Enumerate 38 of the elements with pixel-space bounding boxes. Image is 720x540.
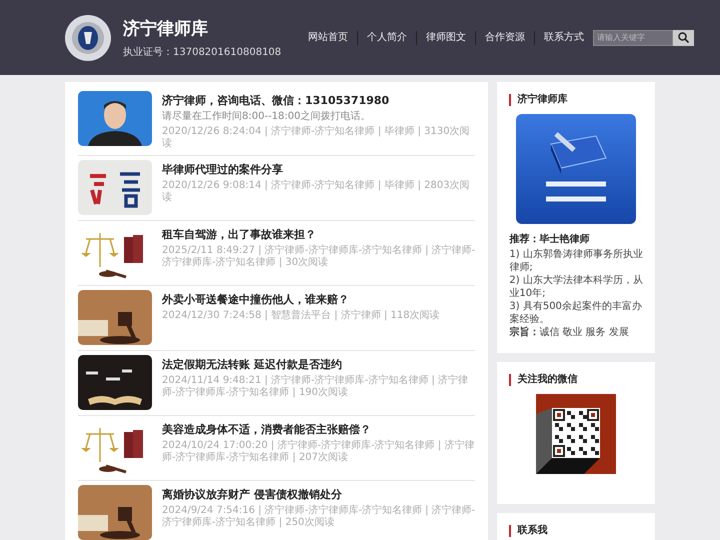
article-meta: 2024/9/24 7:54:16 | 济宁律师-济宁律师库-济宁知名律师 | 济宁律师-济宁律师库-济宁知名律师 | 250次阅读: [162, 505, 476, 529]
nav-link[interactable]: 律师图文: [416, 30, 476, 44]
article-title[interactable]: 毕律师代理过的案件分享: [162, 162, 476, 177]
article-title[interactable]: 济宁律师，咨询电话、微信：13105371980: [162, 93, 476, 108]
lawyer-badge-logo: [65, 14, 111, 60]
nav-link[interactable]: 个人简介: [357, 30, 416, 44]
article-thumbnail[interactable]: [78, 290, 152, 345]
site-title: 济宁律师库: [123, 18, 209, 40]
article-title[interactable]: 租车自驾游，出了事故谁来担？: [162, 227, 476, 242]
nav-link[interactable]: 合作资源: [475, 30, 534, 44]
search-icon: [678, 32, 690, 43]
article-description: 请尽量在工作时间8:00--18:00之间拨打电话。: [162, 111, 372, 123]
article-meta: 2020/12/26 9:08:14 | 济宁律师-济宁知名律师 | 毕律师 | 2803次阅读: [162, 180, 471, 204]
article-title[interactable]: 离婚协议放弃财产 侵害债权撤销处分: [162, 487, 476, 502]
article-meta: 2024/10/24 17:00:20 | 济宁律师-济宁律师库-济宁知名律师 | 济宁律师-济宁律师库-济宁知名律师 | 207次阅读: [162, 440, 476, 464]
motto-text: 宗旨：诚信 敬业 服务 发展: [509, 326, 630, 339]
card-heading: 关注我的微信: [509, 374, 643, 386]
profile-line: 3) 具有500余起案件的丰富办案经验。: [509, 300, 643, 326]
nav-link[interactable]: 网站首页: [299, 30, 358, 44]
recommended-lawyer: 推荐：毕士艳律师: [509, 232, 590, 246]
article-title[interactable]: 法定假期无法转账 延迟付款是否违约: [162, 357, 476, 372]
card-heading: 联系我: [509, 525, 643, 537]
search-button[interactable]: [673, 30, 694, 46]
article-title[interactable]: 美容造成身体不适，消费者能否主张赔偿？: [162, 422, 476, 437]
article-title[interactable]: 外卖小哥送餐途中撞伤他人，谁来赔？: [162, 292, 440, 307]
search-field[interactable]: 请输入关键字: [593, 30, 674, 46]
article-meta: 2020/12/26 8:24:04 | 济宁律师-济宁知名律师 | 毕律师 | 3130次阅读: [162, 126, 471, 150]
license-number: 执业证号：13708201610808108: [123, 46, 282, 58]
card-heading: 济宁律师库: [509, 94, 643, 106]
article-thumbnail[interactable]: [78, 355, 152, 410]
article-meta: 2024/11/14 9:48:21 | 济宁律师-济宁律师库-济宁知名律师 | 济宁律师-济宁律师库-济宁知名律师 | 190次阅读: [162, 375, 470, 399]
profile-line: 2) 山东大学法律本科学历，从业10年;: [509, 274, 643, 300]
article-thumbnail[interactable]: [78, 485, 152, 540]
article-meta: 2025/2/11 8:49:27 | 济宁律师-济宁律师库-济宁知名律师 | 济宁律师-济宁律师库-济宁知名律师 | 30次阅读: [162, 245, 476, 269]
article-thumbnail[interactable]: [78, 160, 152, 215]
profile-line: 1) 山东郭鲁涛律师事务所执业律师;: [509, 248, 643, 274]
article-thumbnail[interactable]: [78, 91, 152, 146]
article-meta: 2024/12/30 7:24:58 | 智慧普法平台 | 济宁律师 | 118次阅读: [162, 310, 440, 322]
